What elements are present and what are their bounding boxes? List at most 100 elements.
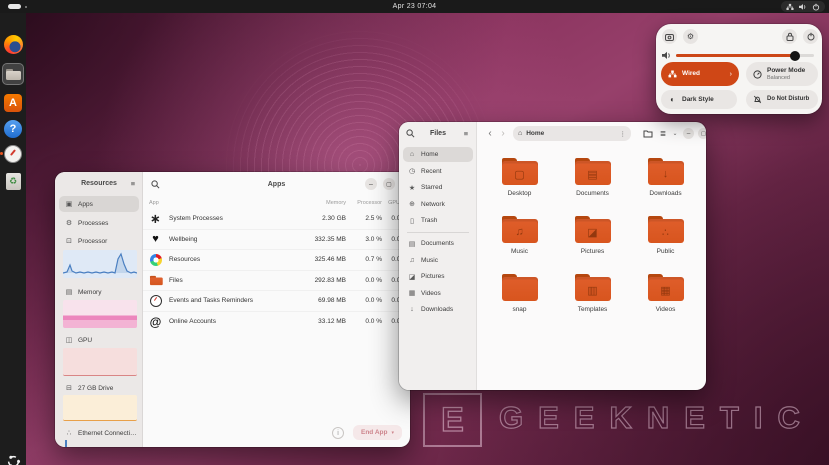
folder-public[interactable]: ∴ Public [629, 216, 702, 268]
gpu-icon: ◫ [65, 336, 73, 344]
sidebar-item-label: Trash [421, 217, 437, 224]
dock-trash-icon[interactable]: ♻ [3, 171, 23, 191]
sidebar-item-starred[interactable]: ★ Starred [403, 180, 473, 195]
settings-gear-icon[interactable]: ⚙ [683, 29, 698, 44]
table-row[interactable]: Resources 325.46 MB 0.7 % 0.0 % [143, 250, 410, 271]
resources-sidebar: Resources ≡ ▣ Apps ⚙ Processes ⊡ Process… [55, 172, 143, 447]
folder-downloads[interactable]: ↓ Downloads [629, 158, 702, 210]
folder-label: Public [657, 248, 675, 255]
processor-value: 3.0 % [346, 236, 382, 243]
col-memory[interactable]: Memory [284, 200, 346, 206]
sidebar-item-trash[interactable]: ▯ Trash [403, 213, 473, 228]
back-icon[interactable]: ‹ [483, 126, 497, 141]
ubuntu-logo-icon[interactable] [3, 451, 23, 465]
sidebar-item-ethernet[interactable]: ∴ Ethernet Connecti… [59, 425, 139, 441]
table-row[interactable]: ♥ Wellbeing 332.35 MB 3.0 % 0.0 % [143, 230, 410, 251]
power-icon[interactable] [803, 29, 818, 44]
sidebar-item-processes[interactable]: ⚙ Processes [59, 215, 139, 231]
processor-value: 0.0 % [346, 297, 382, 304]
dock-firefox-icon[interactable] [3, 34, 23, 54]
dock-files-icon[interactable] [3, 64, 23, 84]
dock-resources-icon[interactable] [3, 144, 23, 164]
new-folder-icon[interactable] [642, 127, 654, 139]
col-processor[interactable]: Processor [346, 200, 382, 206]
search-icon[interactable] [151, 180, 160, 189]
folder-templates[interactable]: ▥ Templates [556, 274, 629, 326]
path-bar[interactable]: ⌂ Home ⋮ [513, 126, 631, 141]
col-app[interactable]: App [149, 200, 284, 206]
folder-pictures[interactable]: ◪ Pictures [556, 216, 629, 268]
volume-knob[interactable] [790, 51, 800, 61]
table-row[interactable]: @ Online Accounts 33.12 MB 0.0 % 0.0 % [143, 312, 410, 333]
sidebar-item-label: Videos [421, 290, 441, 297]
wired-toggle[interactable]: Wired › [661, 62, 739, 86]
do-not-disturb-toggle[interactable]: Do Not Disturb [746, 90, 818, 109]
sidebar-item-label: Recent [421, 168, 442, 175]
clock[interactable]: Apr 23 07:04 [0, 0, 829, 13]
documents-icon: ▤ [408, 240, 416, 248]
screenshot-icon[interactable] [662, 29, 677, 44]
volume-fill [676, 54, 794, 57]
star-icon: ★ [408, 184, 416, 192]
dock-help-icon[interactable]: ? [3, 119, 23, 139]
system-tray[interactable] [781, 1, 825, 12]
sidebar-item-home[interactable]: ⌂ Home [403, 147, 473, 162]
sidebar-item-network[interactable]: ⊕ Network [403, 197, 473, 212]
maximize-button[interactable]: ▢ [698, 128, 706, 139]
power-mode-gauge-icon [753, 70, 762, 79]
sidebar-item-gpu[interactable]: ◫ GPU [59, 332, 139, 348]
power-mode-toggle[interactable]: Power Mode Balanced [746, 62, 818, 86]
sidebar-item-apps[interactable]: ▣ Apps [59, 196, 139, 212]
forward-icon[interactable]: › [496, 126, 510, 141]
view-list-icon[interactable]: ≣ [657, 127, 669, 139]
dark-style-icon: ◐ [668, 95, 677, 104]
apps-icon: ▣ [65, 200, 73, 208]
sidebar-item-processor[interactable]: ⊡ Processor [59, 233, 139, 249]
folder-documents[interactable]: ▤ Documents [556, 158, 629, 210]
home-icon: ⌂ [518, 130, 522, 137]
folder-music[interactable]: ♫ Music [483, 216, 556, 268]
table-row[interactable]: Events and Tasks Reminders 69.98 MB 0.0 … [143, 291, 410, 312]
dock-app-center-icon[interactable]: A [3, 93, 23, 113]
music-icon: ♫ [408, 257, 416, 264]
table-row[interactable]: ∗ System Processes 2.30 GB 2.5 % 0.0 % [143, 209, 410, 230]
info-icon[interactable]: i [332, 427, 344, 439]
dark-style-toggle[interactable]: ◐ Dark Style [661, 90, 737, 109]
files-sidebar: Files ≡ ⌂ Home ◷ Recent ★ Starred ⊕ Netw… [399, 122, 477, 390]
bell-crossed-icon [753, 95, 762, 104]
maximize-button[interactable]: ▢ [383, 178, 395, 190]
view-options-chevron-icon[interactable]: ⌄ [669, 127, 681, 139]
folder-label: Documents [576, 190, 609, 197]
menu-icon[interactable]: ≡ [460, 127, 472, 139]
sidebar-item-documents[interactable]: ▤ Documents [403, 236, 473, 251]
folder-label: Templates [578, 306, 608, 313]
desktop-emblem-icon: ▢ [502, 163, 538, 185]
sidebar-item-music[interactable]: ♫ Music [403, 253, 473, 268]
sidebar-item-memory[interactable]: ▤ Memory [59, 284, 139, 300]
processes-icon: ⚙ [65, 219, 73, 227]
minimize-button[interactable]: – [365, 178, 377, 190]
end-app-button[interactable]: End App ▾ [353, 425, 402, 440]
app-name: Wellbeing [169, 236, 284, 243]
documents-emblem-icon: ▤ [575, 163, 611, 185]
sidebar-item-videos[interactable]: ▦ Videos [403, 286, 473, 301]
sidebar-item-drive[interactable]: ⊟ 27 GB Drive [59, 380, 139, 396]
chevron-right-icon[interactable]: › [730, 71, 732, 78]
sidebar-item-recent[interactable]: ◷ Recent [403, 164, 473, 179]
minimize-button[interactable]: – [683, 128, 694, 139]
sidebar-item-downloads[interactable]: ↓ Downloads [403, 302, 473, 317]
sidebar-item-label: Documents [421, 240, 454, 247]
menu-icon[interactable]: ≡ [127, 177, 139, 189]
folder-videos[interactable]: ▦ Videos [629, 274, 702, 326]
app-name: System Processes [169, 215, 284, 222]
table-row[interactable]: Files 292.83 MB 0.0 % 0.0 % [143, 271, 410, 292]
sidebar-item-pictures[interactable]: ◪ Pictures [403, 269, 473, 284]
lock-icon[interactable] [782, 29, 797, 44]
folder-snap[interactable]: snap [483, 274, 556, 326]
folder-label: Pictures [581, 248, 604, 255]
kebab-menu-icon[interactable]: ⋮ [620, 130, 627, 138]
table-header: App Memory Processor GPU [149, 198, 408, 208]
drive-graph [63, 395, 137, 421]
resources-main-pane: Apps – ▢ App Memory Processor GPU ∗ Syst… [143, 172, 410, 447]
folder-desktop[interactable]: ▢ Desktop [483, 158, 556, 210]
